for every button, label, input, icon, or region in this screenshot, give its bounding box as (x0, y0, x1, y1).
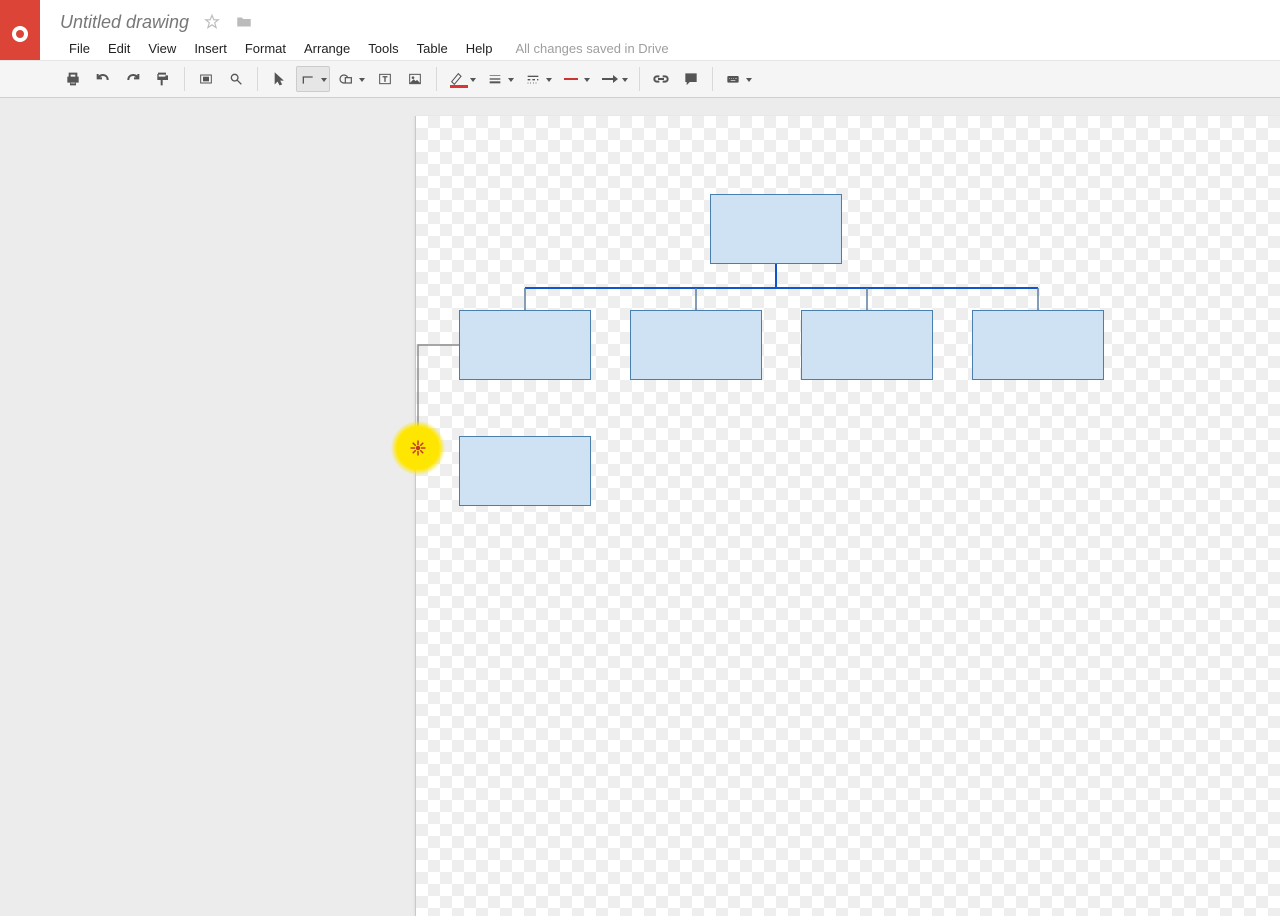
org-box-child-2[interactable] (630, 310, 762, 380)
star-icon[interactable] (203, 13, 221, 31)
redo-button[interactable] (120, 66, 146, 92)
zoom-fit-button[interactable] (193, 66, 219, 92)
line-end-button[interactable] (597, 66, 631, 92)
org-box-root[interactable] (710, 194, 842, 264)
select-tool-button[interactable] (266, 66, 292, 92)
move-to-folder-icon[interactable] (235, 13, 253, 31)
menu-format[interactable]: Format (236, 41, 295, 56)
toolbar: T (0, 60, 1280, 98)
insert-link-button[interactable] (648, 66, 674, 92)
document-title[interactable]: Untitled drawing (60, 12, 189, 33)
input-tools-button[interactable] (721, 66, 755, 92)
image-tool-button[interactable] (402, 66, 428, 92)
org-box-child-4[interactable] (972, 310, 1104, 380)
line-weight-button[interactable] (483, 66, 517, 92)
menu-file[interactable]: File (60, 41, 99, 56)
menu-tools[interactable]: Tools (359, 41, 407, 56)
line-start-button[interactable] (559, 66, 593, 92)
shape-tool-button[interactable] (334, 66, 368, 92)
print-button[interactable] (60, 66, 86, 92)
menu-edit[interactable]: Edit (99, 41, 139, 56)
toolbar-separator (436, 67, 437, 91)
drawings-logo-icon (12, 26, 28, 42)
zoom-tool-button[interactable] (223, 66, 249, 92)
toolbar-separator (257, 67, 258, 91)
menu-insert[interactable]: Insert (185, 41, 236, 56)
workspace[interactable] (0, 98, 1280, 720)
menu-bar: File Edit View Insert Format Arrange Too… (60, 38, 669, 58)
line-color-button[interactable] (445, 66, 479, 92)
org-box-child-3[interactable] (801, 310, 933, 380)
line-tool-button[interactable] (296, 66, 330, 92)
comment-button[interactable] (678, 66, 704, 92)
app-header: Untitled drawing File Edit View Insert F… (40, 0, 1280, 60)
textbox-tool-button[interactable]: T (372, 66, 398, 92)
app-brand-bar (0, 0, 40, 60)
menu-arrange[interactable]: Arrange (295, 41, 359, 56)
drawing-canvas[interactable] (415, 116, 1280, 916)
save-status: All changes saved in Drive (501, 41, 668, 56)
toolbar-separator (639, 67, 640, 91)
toolbar-separator (712, 67, 713, 91)
canvas-background (415, 116, 1280, 916)
svg-text:T: T (383, 75, 388, 84)
menu-table[interactable]: Table (408, 41, 457, 56)
line-dash-button[interactable] (521, 66, 555, 92)
toolbar-separator (184, 67, 185, 91)
org-box-child-1[interactable] (459, 310, 591, 380)
menu-view[interactable]: View (139, 41, 185, 56)
org-box-grandchild-1[interactable] (459, 436, 591, 506)
undo-button[interactable] (90, 66, 116, 92)
paint-format-button[interactable] (150, 66, 176, 92)
menu-help[interactable]: Help (457, 41, 502, 56)
